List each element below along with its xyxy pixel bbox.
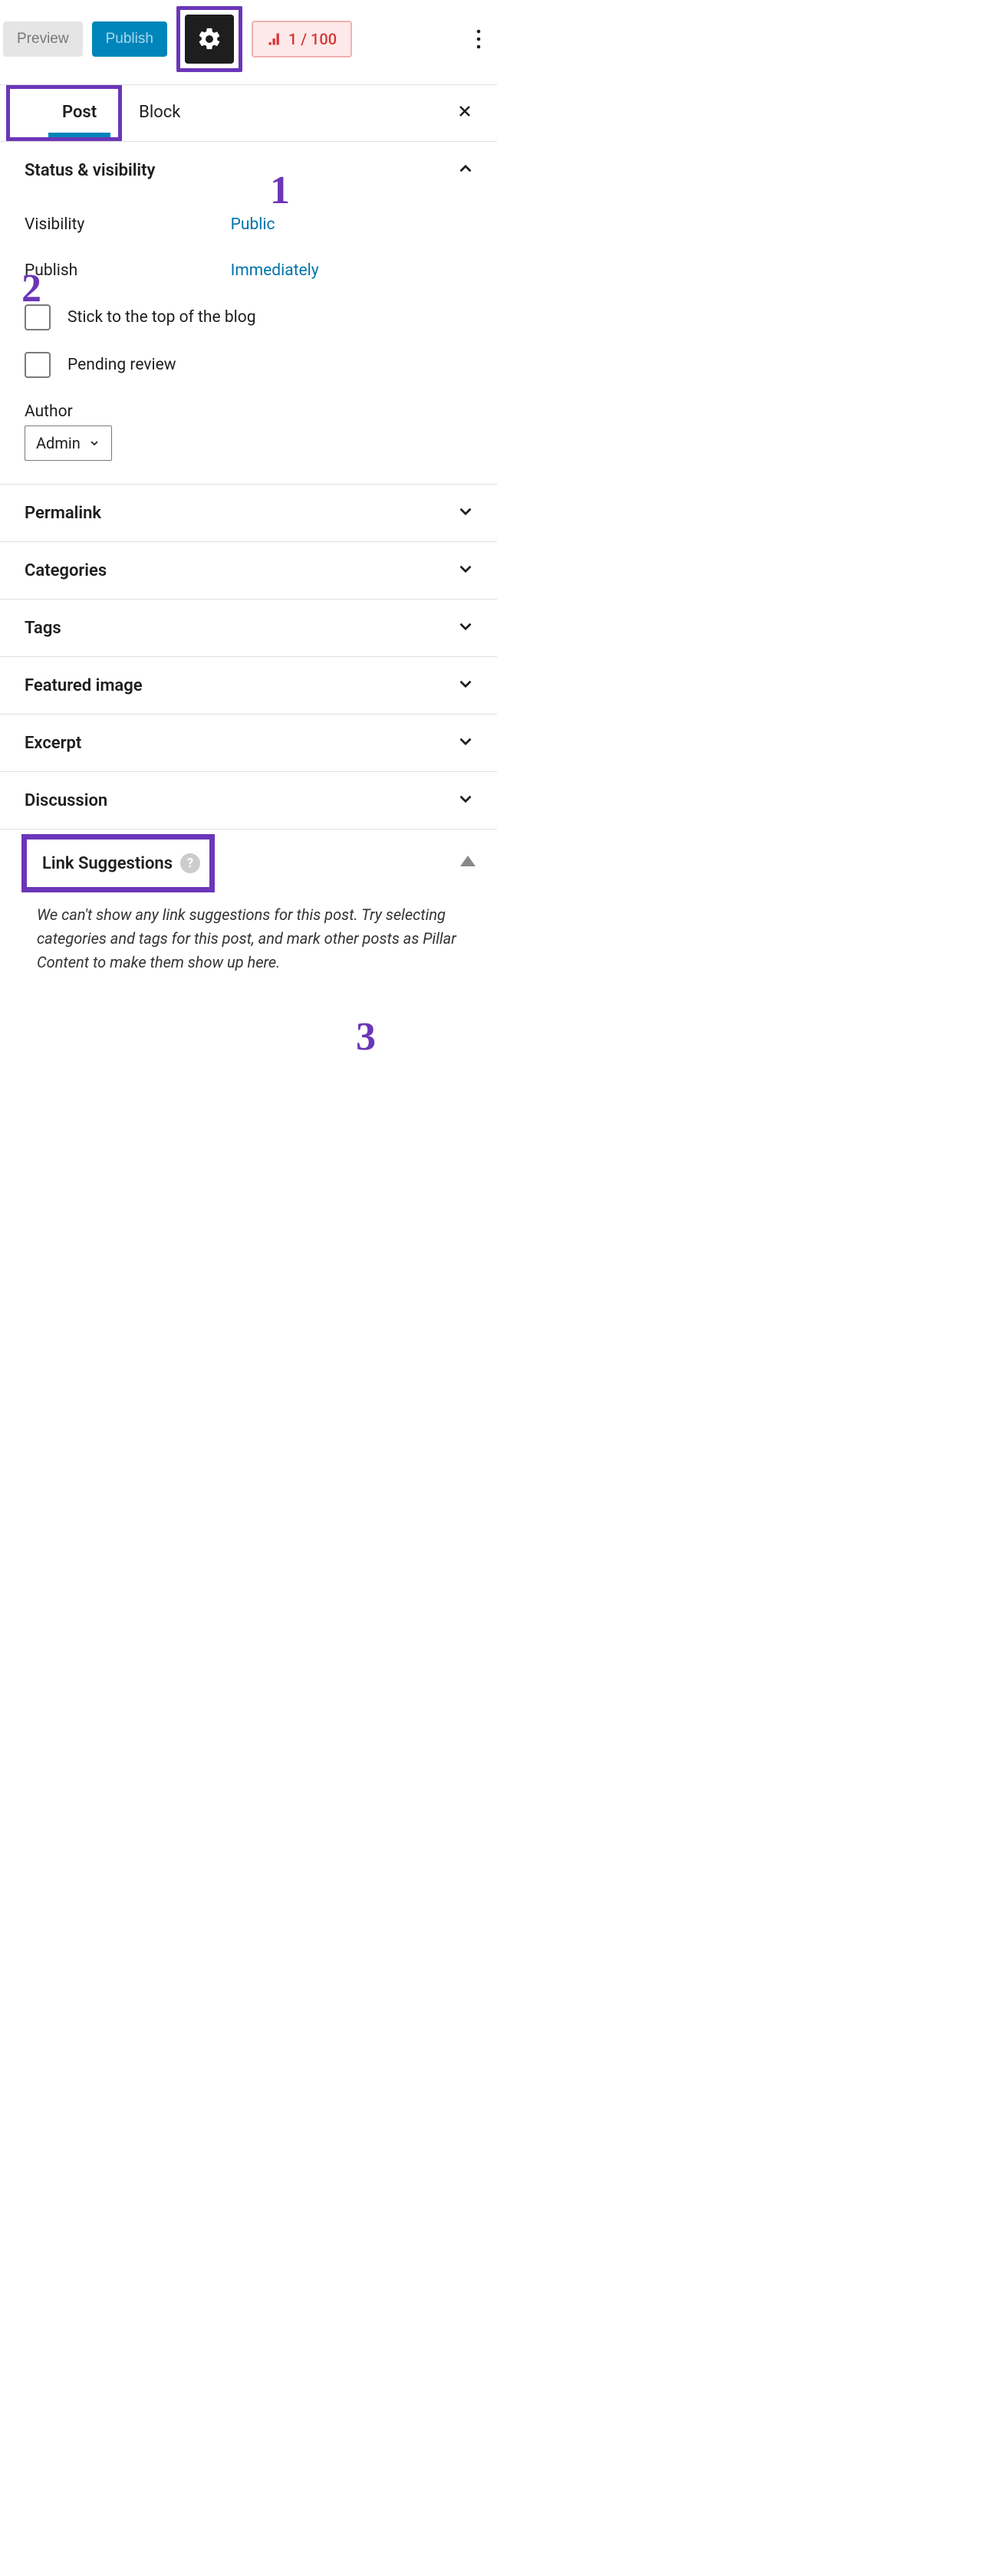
tab-block[interactable]: Block — [122, 89, 194, 137]
section-body-status-visibility: Visibility Public Publish Immediately St… — [0, 199, 497, 484]
publish-button[interactable]: Publish — [92, 21, 167, 57]
annotation-number-3: 3 — [356, 1014, 376, 1060]
pending-checkbox[interactable] — [25, 352, 51, 378]
section-title: Featured image — [25, 676, 143, 695]
section-title: Excerpt — [25, 734, 81, 753]
top-toolbar: Preview Publish 1 / 100 — [0, 0, 497, 78]
tab-post[interactable]: Post — [48, 89, 110, 137]
close-panel-button[interactable] — [449, 94, 480, 133]
link-suggestions-title: Link Suggestions — [42, 854, 173, 873]
section-header-discussion[interactable]: Discussion — [0, 772, 497, 829]
pending-label: Pending review — [67, 356, 176, 374]
stick-label: Stick to the top of the blog — [67, 308, 256, 327]
stick-checkbox[interactable] — [25, 304, 51, 330]
preview-button[interactable]: Preview — [3, 21, 83, 57]
stick-checkbox-row: Stick to the top of the blog — [25, 294, 472, 341]
visibility-row: Visibility Public — [25, 202, 472, 248]
section-header-excerpt[interactable]: Excerpt — [0, 715, 497, 771]
visibility-value-link[interactable]: Public — [231, 215, 275, 234]
bar-chart-icon — [267, 31, 282, 47]
section-discussion: Discussion — [0, 772, 497, 830]
chevron-down-icon — [456, 731, 476, 754]
kebab-icon — [476, 29, 481, 49]
author-select[interactable]: Admin — [25, 426, 112, 461]
pending-checkbox-row: Pending review — [25, 341, 472, 389]
help-icon[interactable]: ? — [180, 853, 200, 873]
publish-value-link[interactable]: Immediately — [231, 261, 319, 280]
section-header-status-visibility[interactable]: Status & visibility — [0, 142, 497, 199]
section-header-categories[interactable]: Categories — [0, 542, 497, 599]
seo-score-pill[interactable]: 1 / 100 — [252, 21, 352, 58]
section-title: Categories — [25, 561, 107, 580]
section-title: Discussion — [25, 791, 107, 810]
more-options-button[interactable] — [463, 29, 494, 49]
section-categories: Categories — [0, 542, 497, 600]
chevron-up-icon — [456, 159, 476, 182]
publish-label: Publish — [25, 261, 231, 280]
section-permalink: Permalink — [0, 485, 497, 542]
chevron-down-icon — [456, 559, 476, 582]
chevron-down-icon — [456, 674, 476, 697]
section-tags: Tags — [0, 600, 497, 657]
chevron-down-icon — [456, 616, 476, 639]
chevron-down-icon — [456, 501, 476, 524]
triangle-up-icon — [460, 856, 476, 866]
section-title: Permalink — [25, 504, 101, 523]
seo-score-text: 1 / 100 — [288, 30, 337, 48]
visibility-label: Visibility — [25, 215, 231, 234]
tabs-row: Post Block — [0, 85, 497, 142]
link-suggestions-body: We can't show any link suggestions for t… — [0, 892, 497, 993]
section-featured-image: Featured image — [0, 657, 497, 715]
settings-button[interactable] — [185, 15, 234, 64]
chevron-down-icon — [456, 789, 476, 812]
annotation-highlight-1 — [176, 6, 242, 72]
section-link-suggestions: Link Suggestions ? We can't show any lin… — [0, 830, 497, 993]
section-excerpt: Excerpt — [0, 715, 497, 772]
section-header-permalink[interactable]: Permalink — [0, 485, 497, 541]
settings-panel: 1 2 3 Post Block Status & visibility Vis… — [0, 84, 497, 993]
annotation-highlight-2: Post — [6, 85, 122, 141]
chevron-down-icon — [88, 437, 100, 449]
annotation-highlight-3: Link Suggestions ? — [21, 834, 215, 892]
section-header-tags[interactable]: Tags — [0, 600, 497, 656]
section-title: Tags — [25, 619, 61, 638]
gear-icon — [196, 26, 222, 52]
author-block: Author Admin — [25, 402, 472, 461]
publish-row: Publish Immediately — [25, 248, 472, 294]
section-header-link-suggestions[interactable]: Link Suggestions ? — [0, 830, 497, 892]
author-value: Admin — [36, 434, 81, 452]
section-status-visibility: Status & visibility Visibility Public Pu… — [0, 142, 497, 485]
close-icon — [456, 102, 474, 120]
author-label: Author — [25, 402, 472, 421]
section-header-featured-image[interactable]: Featured image — [0, 657, 497, 714]
section-title: Status & visibility — [25, 161, 155, 180]
